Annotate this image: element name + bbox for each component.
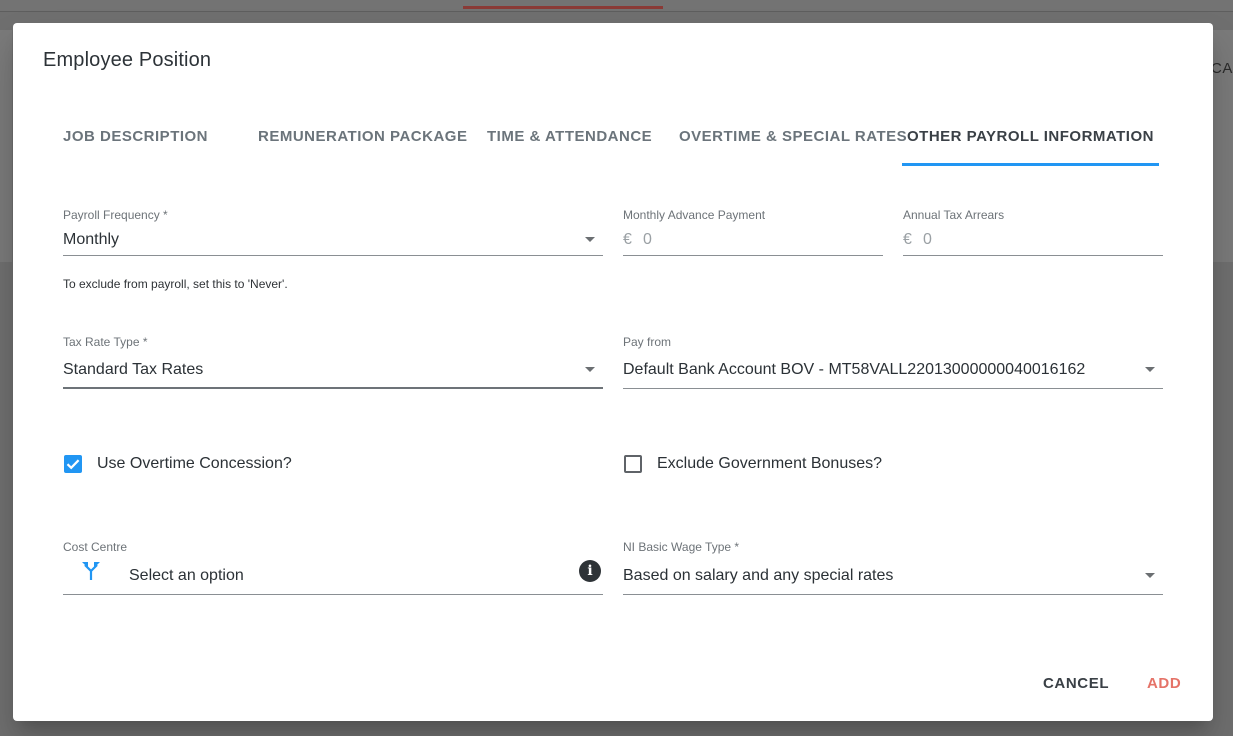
ni-basic-wage-type-value: Based on salary and any special rates: [623, 567, 894, 584]
ni-basic-wage-type-select[interactable]: NI Basic Wage Type * Based on salary and…: [623, 540, 1163, 596]
pay-from-label: Pay from: [623, 335, 672, 349]
annual-tax-arrears-field[interactable]: Annual Tax Arrears € 0: [903, 208, 1163, 258]
field-underline: [623, 594, 1163, 595]
euro-symbol: €: [903, 231, 912, 248]
exclude-government-bonuses-checkbox[interactable]: [624, 455, 642, 473]
active-tab-indicator: [902, 163, 1159, 166]
cost-centre-placeholder: Select an option: [129, 567, 244, 584]
field-underline: [623, 255, 883, 256]
monthly-advance-payment-value[interactable]: 0: [643, 231, 652, 249]
field-underline: [63, 255, 603, 256]
field-underline: [63, 594, 603, 595]
pay-from-value: Default Bank Account BOV - MT58VALL22013…: [623, 361, 1086, 378]
use-overtime-concession-checkbox[interactable]: [64, 455, 82, 473]
tab-bar: JOB DESCRIPTION REMUNERATION PACKAGE TIM…: [13, 118, 1213, 166]
tab-job-description[interactable]: JOB DESCRIPTION: [63, 118, 223, 166]
payroll-frequency-select[interactable]: Payroll Frequency * Monthly: [63, 208, 603, 258]
tab-remuneration-package[interactable]: REMUNERATION PACKAGE: [258, 118, 467, 166]
info-icon[interactable]: i: [579, 560, 601, 582]
chevron-down-icon[interactable]: [1145, 573, 1155, 578]
employee-position-dialog: Employee Position JOB DESCRIPTION REMUNE…: [13, 23, 1213, 721]
payroll-frequency-label: Payroll Frequency *: [63, 208, 168, 222]
tab-time-attendance[interactable]: TIME & ATTENDANCE: [487, 118, 657, 166]
euro-symbol: €: [623, 231, 632, 248]
tax-rate-type-select[interactable]: Tax Rate Type * Standard Tax Rates: [63, 335, 603, 389]
checkmark-icon: [66, 459, 80, 470]
tax-rate-type-value: Standard Tax Rates: [63, 361, 204, 378]
background-panel-left: [0, 30, 12, 262]
dialog-title: Employee Position: [43, 49, 212, 71]
field-underline: [903, 255, 1163, 256]
cost-centre-label: Cost Centre: [63, 540, 128, 554]
background-active-indicator: [463, 6, 663, 9]
pay-from-select[interactable]: Pay from Default Bank Account BOV - MT58…: [623, 335, 1163, 389]
ni-basic-wage-type-label: NI Basic Wage Type *: [623, 540, 740, 554]
split-arrow-icon: [82, 562, 100, 580]
exclude-government-bonuses-label[interactable]: Exclude Government Bonuses?: [657, 455, 882, 473]
monthly-advance-payment-field[interactable]: Monthly Advance Payment € 0: [623, 208, 883, 258]
annual-tax-arrears-label: Annual Tax Arrears: [903, 208, 1005, 222]
chevron-down-icon[interactable]: [585, 237, 595, 242]
tab-overtime-special-rates[interactable]: OVERTIME & SPECIAL RATES: [679, 118, 907, 166]
cost-centre-select[interactable]: Cost Centre Select an option i: [63, 540, 603, 596]
field-underline: [623, 388, 1163, 389]
use-overtime-concession-label[interactable]: Use Overtime Concession?: [97, 455, 292, 473]
tax-rate-type-label: Tax Rate Type *: [63, 335, 148, 349]
tab-other-payroll-information[interactable]: OTHER PAYROLL INFORMATION: [902, 118, 1159, 166]
cancel-button[interactable]: CANCEL: [1043, 675, 1109, 692]
chevron-down-icon[interactable]: [1145, 367, 1155, 372]
monthly-advance-payment-label: Monthly Advance Payment: [623, 208, 766, 222]
background-peek-text: CA: [1211, 60, 1233, 77]
payroll-frequency-value: Monthly: [63, 231, 120, 248]
field-underline: [63, 387, 603, 389]
payroll-frequency-hint: To exclude from payroll, set this to 'Ne…: [63, 277, 288, 291]
annual-tax-arrears-value[interactable]: 0: [923, 231, 932, 249]
chevron-down-icon[interactable]: [585, 367, 595, 372]
add-button[interactable]: ADD: [1147, 675, 1181, 692]
